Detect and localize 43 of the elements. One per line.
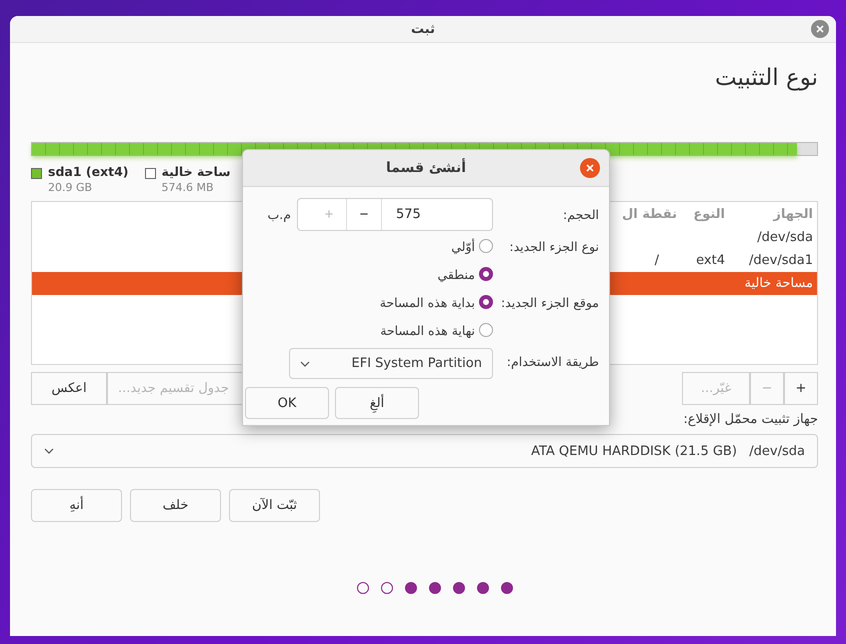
bootloader-dropdown[interactable]: ATA QEMU HARDDISK (21.5 GB) /dev/sda — [31, 434, 818, 468]
cancel-button[interactable]: ألغِ — [335, 387, 419, 419]
legend-size: 20.9 GB — [48, 181, 94, 194]
nav-button[interactable]: أنهِ — [31, 489, 122, 522]
legend-size: 574.6 MB — [162, 181, 215, 194]
field-label: موقع الجزء الجديد: — [500, 294, 599, 310]
legend-label: sda1 (ext4) — [48, 164, 129, 179]
table-cell-text: مساحة خالية — [743, 276, 813, 291]
field-label: نوع الجزء الجديد: — [508, 238, 599, 254]
radio-button[interactable] — [478, 323, 493, 337]
usage-dropdown[interactable]: EFI System Partition — [288, 348, 493, 379]
table-cell-text: /dev/sda — [756, 230, 813, 245]
close-button[interactable] — [580, 158, 600, 178]
unit-label: م.ب — [267, 206, 291, 222]
revert-button[interactable]: اعكس — [31, 372, 107, 405]
nav-button[interactable]: ثبّت الآن — [229, 489, 320, 522]
radio-button[interactable] — [478, 295, 493, 309]
add-button[interactable]: + — [784, 372, 818, 405]
nav-button[interactable]: خلف — [130, 489, 221, 522]
close-icon — [816, 25, 824, 33]
radio-button[interactable] — [478, 267, 493, 281]
legend-label: ساحة خالية — [162, 164, 231, 179]
table-cell-text: ext4 — [695, 253, 726, 268]
ok-button[interactable]: OK — [245, 387, 329, 419]
chevron-down-icon — [44, 448, 54, 454]
decrement-button[interactable]: − — [346, 198, 382, 230]
radio-button[interactable] — [478, 239, 493, 253]
radio-option[interactable]: بداية هذه المساحة — [251, 288, 493, 316]
table-cell-text: / — [654, 253, 660, 268]
radio-option[interactable]: نهاية هذه المساحة — [251, 316, 493, 344]
window-title: ثبت — [411, 22, 435, 36]
dialog-title: أنشئ قسما — [386, 160, 466, 176]
size-spin-field[interactable]: 575 − + — [296, 198, 493, 230]
radio-option[interactable]: أوّلي — [251, 232, 493, 260]
radio-option[interactable]: منطقي — [251, 260, 493, 288]
close-button[interactable] — [811, 20, 829, 38]
table-cell-text: /dev/sda1 — [748, 253, 813, 268]
close-icon — [586, 164, 594, 172]
field-label: الحجم: — [562, 206, 599, 222]
chevron-down-icon — [300, 360, 310, 366]
field-label: طريقة الاستخدام: — [506, 354, 599, 369]
page-heading: نوع التثبيت — [714, 65, 818, 93]
bootloader-label: جهاز تثبيت محمّل الإقلاع: — [682, 412, 818, 429]
